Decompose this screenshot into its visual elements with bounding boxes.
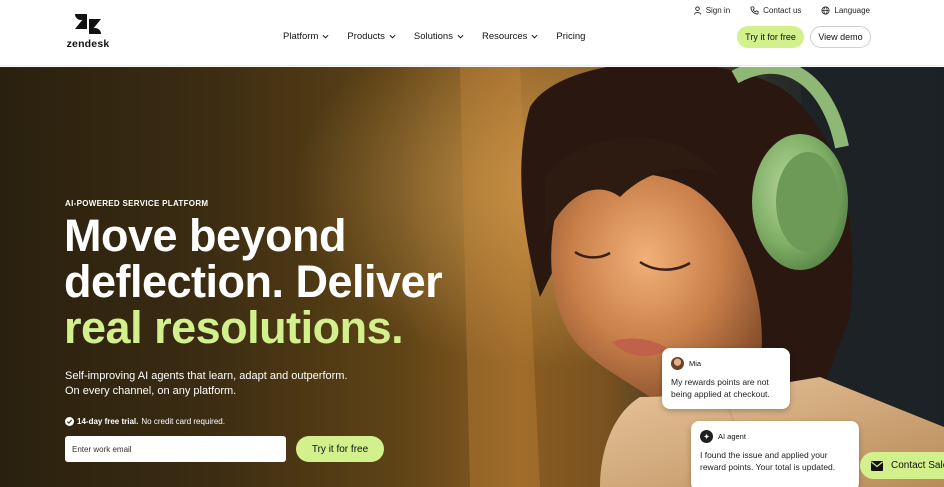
nav-solutions-label: Solutions	[413, 31, 453, 42]
trial-note: 14-day free trial. No credit card requir…	[65, 417, 225, 426]
main-nav: Platform Products Solutions Resources Pr…	[283, 31, 585, 42]
work-email-input[interactable]	[65, 436, 286, 462]
logo-wordmark: zendesk	[66, 38, 110, 50]
zendesk-logo-mark-icon	[75, 14, 101, 34]
ai-agent-message-line-2: reward points. Your total is updated.	[700, 462, 836, 472]
language-label: Language	[834, 5, 870, 15]
headline-line-3: real resolutions.	[64, 302, 404, 353]
ai-agent-chat-header: ✦ AI agent	[700, 430, 746, 443]
nav-platform-label: Platform	[283, 31, 319, 42]
ai-agent-chat-bubble: ✦ AI agent I found the issue and applied…	[691, 421, 859, 487]
ai-agent-name: AI agent	[718, 432, 746, 441]
nav-resources[interactable]: Resources	[482, 31, 538, 42]
hero-headline: Move beyond deflection. Deliver real res…	[64, 210, 443, 353]
customer-message-line-1: My rewards points are not	[671, 377, 769, 387]
subtext-line-2: On every channel, on any platform.	[65, 385, 237, 397]
nav-pricing[interactable]: Pricing	[556, 31, 585, 42]
trial-bold-text: 14-day free trial.	[77, 417, 139, 426]
avatar	[671, 357, 684, 370]
check-circle-icon	[65, 417, 74, 426]
customer-message-line-2: being applied at checkout.	[671, 389, 770, 399]
customer-name: Mia	[689, 359, 702, 368]
nav-pricing-label: Pricing	[556, 31, 586, 42]
nav-platform[interactable]: Platform	[283, 31, 329, 42]
headline-line-2: deflection. Deliver	[64, 256, 443, 307]
ai-agent-message: I found the issue and applied your rewar…	[700, 449, 835, 473]
hero-section: AI-POWERED SERVICE PLATFORM Move beyond …	[0, 67, 944, 487]
customer-message: My rewards points are not being applied …	[671, 376, 770, 400]
envelope-icon	[871, 460, 883, 471]
utility-nav: Sign in Contact us Language	[693, 3, 870, 17]
subtext-line-1: Self-improving AI agents that learn, ada…	[65, 370, 348, 382]
zendesk-logo[interactable]: zendesk	[64, 14, 112, 50]
nav-products[interactable]: Products	[347, 31, 396, 42]
chevron-down-icon	[531, 34, 538, 39]
trial-rest-text: No credit card required.	[141, 417, 225, 426]
headline-line-1: Move beyond	[64, 210, 347, 261]
contact-sales-button[interactable]: Contact Sales	[860, 452, 944, 479]
try-free-header-button[interactable]: Try it for free	[737, 26, 804, 48]
sign-in-link[interactable]: Sign in	[693, 3, 730, 17]
nav-products-label: Products	[347, 31, 385, 42]
user-icon	[693, 5, 701, 15]
contact-us-label: Contact us	[763, 5, 802, 15]
sign-in-label: Sign in	[705, 5, 731, 15]
chevron-down-icon	[322, 34, 329, 39]
hero-subtext: Self-improving AI agents that learn, ada…	[65, 369, 348, 399]
hero-eyebrow: AI-POWERED SERVICE PLATFORM	[65, 199, 209, 208]
contact-sales-label: Contact Sales	[891, 460, 944, 471]
phone-icon	[750, 5, 759, 15]
ai-agent-avatar-icon: ✦	[700, 430, 713, 443]
customer-chat-header: Mia	[671, 357, 701, 370]
site-header: zendesk Sign in Contact us Language Plat…	[0, 0, 944, 66]
view-demo-button[interactable]: View demo	[810, 26, 871, 48]
contact-us-link[interactable]: Contact us	[750, 3, 801, 17]
chevron-down-icon	[457, 34, 464, 39]
customer-chat-bubble: Mia My rewards points are not being appl…	[662, 348, 790, 409]
language-selector[interactable]: Language	[821, 3, 870, 17]
globe-icon	[821, 5, 830, 15]
nav-resources-label: Resources	[481, 31, 528, 42]
nav-solutions[interactable]: Solutions	[414, 31, 464, 42]
try-free-hero-button[interactable]: Try it for free	[296, 436, 384, 462]
ai-agent-message-line-1: I found the issue and applied your	[700, 450, 828, 460]
chevron-down-icon	[389, 34, 396, 39]
